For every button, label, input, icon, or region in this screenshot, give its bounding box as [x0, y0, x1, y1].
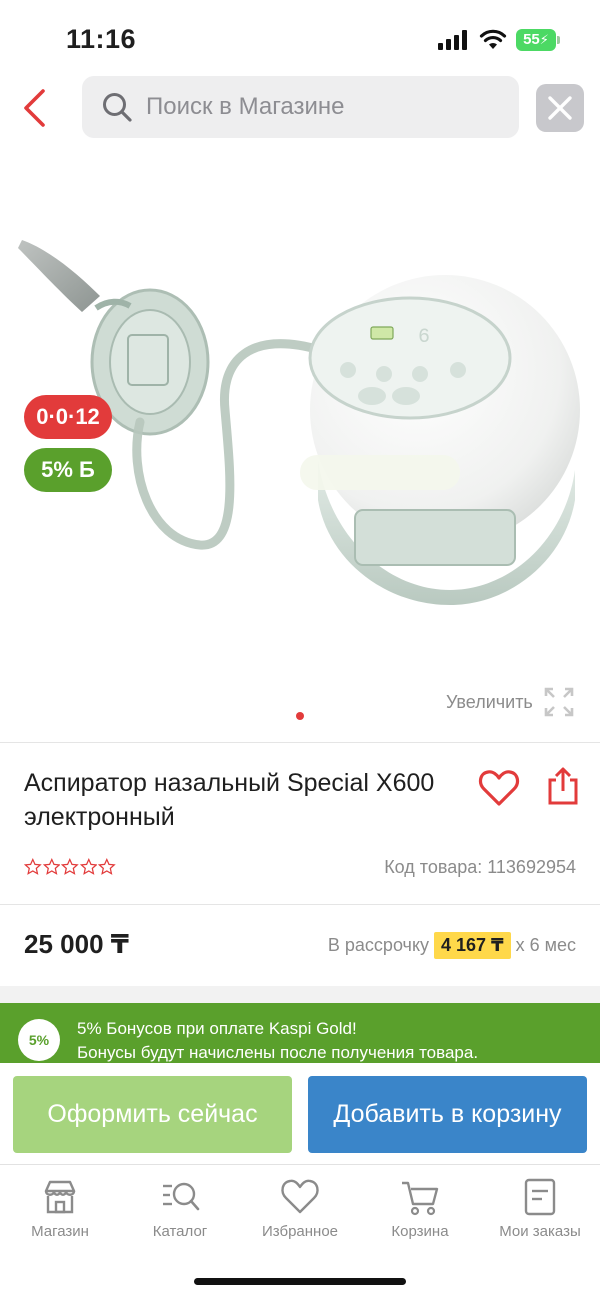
heart-icon — [281, 1179, 319, 1214]
tab-bar: Магазин Каталог Избранное Корзина Мои за… — [0, 1164, 600, 1297]
divider — [0, 742, 600, 743]
section-gap — [0, 986, 600, 1003]
wifi-icon — [479, 29, 507, 49]
svg-text:6: 6 — [418, 326, 430, 349]
rating-stars[interactable] — [24, 858, 116, 880]
star-icon — [98, 858, 116, 875]
product-price: 25 000 ₸ — [24, 929, 129, 959]
installment-info[interactable]: В рассрочку 4 167 ₸ x 6 мес — [328, 932, 576, 959]
tab-catalog[interactable]: Каталог — [120, 1177, 240, 1247]
add-to-cart-button[interactable]: Добавить в корзину — [308, 1076, 587, 1153]
shop-icon — [44, 1180, 76, 1214]
buy-now-button[interactable]: Оформить сейчас — [13, 1076, 292, 1153]
chevron-left-icon[interactable] — [18, 86, 52, 130]
tab-label: Каталог — [152, 1223, 208, 1240]
cart-icon — [402, 1181, 439, 1216]
bonus-percent-badge: 5% — [18, 1019, 60, 1061]
battery-indicator: 55⚡ — [516, 29, 560, 51]
product-code: Код товара: 113692954 — [384, 857, 576, 877]
tab-cart[interactable]: Корзина — [360, 1177, 480, 1247]
tab-label: Магазин — [31, 1223, 89, 1240]
installment-term: x 6 мес — [515, 935, 576, 955]
heart-icon[interactable] — [478, 768, 520, 808]
tab-orders[interactable]: Мои заказы — [480, 1177, 600, 1247]
search-header — [0, 76, 600, 144]
star-icon — [24, 858, 42, 875]
battery-level: 55⚡ — [516, 29, 556, 51]
expand-icon — [544, 687, 574, 717]
star-icon — [61, 858, 79, 875]
bonus-subtext: Бонусы будут начислены после получения т… — [77, 1043, 479, 1062]
product-gallery[interactable]: 6 0·0·12 5% Б Увеличить — [0, 150, 600, 742]
tab-label: Корзина — [391, 1223, 449, 1240]
installment-prefix: В рассрочку — [327, 935, 430, 955]
close-icon — [548, 96, 572, 120]
installment-amount: 4 167 ₸ — [434, 932, 511, 959]
zoom-label: Увеличить — [446, 691, 533, 712]
battery-tip — [557, 36, 560, 44]
action-bar: Оформить сейчас Добавить в корзину — [0, 1063, 600, 1163]
tab-favorites[interactable]: Избранное — [240, 1177, 360, 1247]
star-icon — [79, 858, 98, 875]
installment-badge: 0·0·12 — [24, 395, 112, 439]
battery-percent: 55 — [523, 31, 540, 48]
bonus-badge: 5% Б — [24, 448, 112, 492]
close-button[interactable] — [536, 84, 584, 132]
search-input[interactable] — [146, 76, 506, 138]
divider — [0, 904, 600, 905]
status-time: 11:16 — [66, 24, 137, 54]
home-indicator[interactable] — [194, 1278, 406, 1285]
status-bar: 11:16 55⚡ — [0, 0, 600, 76]
bonus-text: 5% Бонусов при оплате Kaspi Gold! — [77, 1019, 357, 1038]
catalog-icon — [163, 1182, 200, 1211]
tab-label: Мои заказы — [499, 1223, 581, 1240]
share-icon[interactable] — [546, 766, 580, 806]
orders-icon — [524, 1178, 556, 1216]
zoom-button[interactable]: Увеличить — [446, 685, 575, 719]
star-icon — [42, 858, 61, 875]
cellular-signal-icon — [438, 30, 467, 50]
search-box[interactable] — [82, 76, 519, 138]
tab-label: Избранное — [261, 1223, 339, 1240]
product-title: Аспиратор назальный Special X600 электро… — [24, 769, 435, 831]
tab-shop[interactable]: Магазин — [0, 1177, 120, 1247]
search-icon — [103, 93, 132, 122]
bonus-banner[interactable]: 5% 5% Бонусов при оплате Kaspi Gold! Бон… — [0, 1003, 600, 1063]
pager-dot-active[interactable] — [296, 712, 304, 720]
